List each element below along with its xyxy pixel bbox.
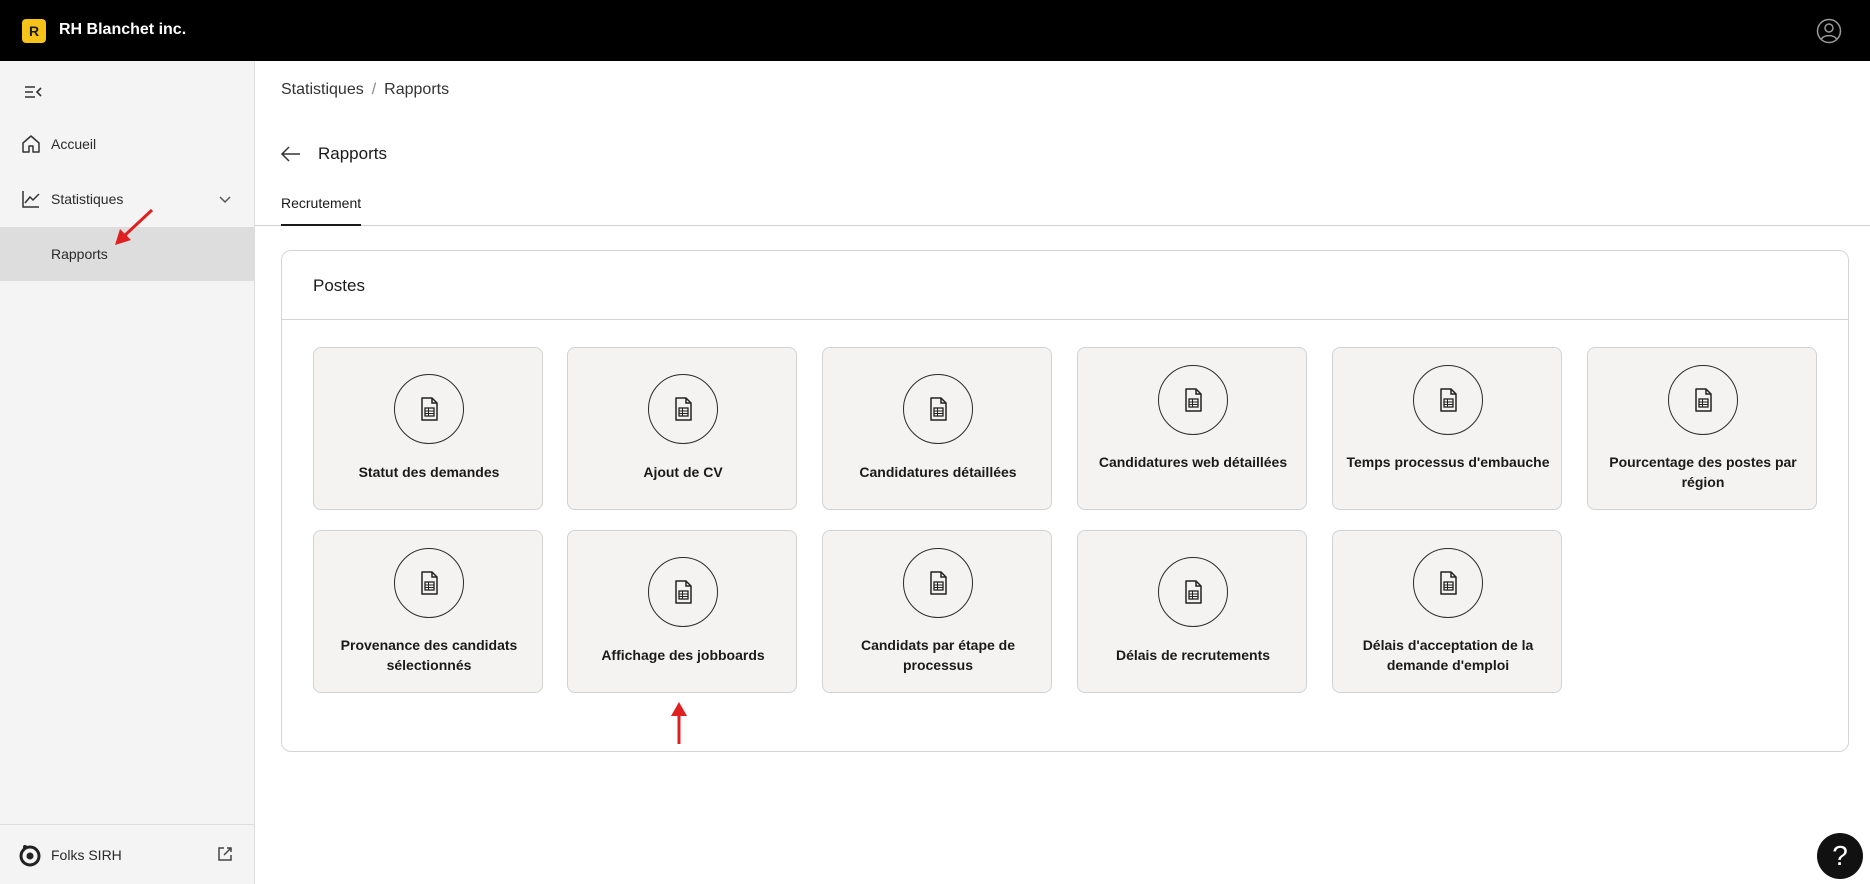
panel-header: Postes [282, 251, 1848, 320]
breadcrumb: Statistiques / Rapports [281, 81, 449, 99]
report-icon-circle [903, 548, 973, 618]
report-icon-circle [1413, 548, 1483, 618]
annotation-arrow-card [671, 702, 687, 744]
report-card-label: Statut des demandes [358, 464, 500, 480]
sidebar-item-label: Statistiques [51, 191, 124, 207]
report-icon-circle [394, 548, 464, 618]
report-card-label: Délais de recrutements [1115, 647, 1271, 663]
sidebar-item-label: Rapports [51, 246, 108, 262]
report-document-icon [421, 397, 438, 421]
tab-bar: Recrutement [255, 192, 1870, 226]
report-document-icon [930, 397, 947, 421]
report-document-icon [930, 571, 947, 595]
page-title: Rapports [318, 144, 387, 163]
report-card[interactable]: Délais de recrutements [1077, 530, 1307, 693]
report-icon-circle [1413, 365, 1483, 435]
report-document-icon [1440, 388, 1457, 412]
report-card[interactable]: Candidatures web détaillées [1077, 347, 1307, 510]
report-icon-circle [903, 374, 973, 444]
external-link-icon[interactable] [216, 845, 234, 863]
sidebar: Accueil Statistiques Rapports Folks SIRH [0, 61, 255, 884]
breadcrumb-rapports: Rapports [384, 81, 450, 98]
user-account-icon[interactable] [1816, 18, 1842, 44]
company-name: RH Blanchet inc. [59, 21, 187, 38]
report-document-icon [421, 571, 438, 595]
sidebar-item-label: Accueil [51, 136, 97, 152]
report-icon-circle [1668, 365, 1738, 435]
report-card-label: Délais d'acceptation de la demande d'emp… [1362, 637, 1534, 673]
back-arrow-icon[interactable] [279, 142, 303, 166]
report-card-label: Candidats par étape de processus [860, 637, 1016, 673]
tab-recrutement[interactable]: Recrutement [281, 192, 362, 226]
report-card-label: Affichage des jobboards [601, 647, 765, 663]
report-card-label: Candidatures détaillées [859, 464, 1017, 480]
report-card[interactable]: Candidatures détaillées [822, 347, 1052, 510]
report-card[interactable]: Provenance des candidats sélectionnés [313, 530, 543, 693]
report-icon-circle [648, 374, 718, 444]
panel-title: Postes [313, 276, 365, 295]
report-icon-circle [1158, 557, 1228, 627]
report-card[interactable]: Ajout de CV [567, 347, 797, 510]
report-card[interactable]: Temps processus d'embauche [1332, 347, 1562, 510]
report-card-label: Pourcentage des postes par région [1609, 454, 1797, 490]
report-document-icon [1695, 388, 1712, 412]
annotation-arrow-sidebar [115, 208, 154, 245]
report-card-label: Candidatures web détaillées [1098, 454, 1288, 470]
help-button[interactable]: ? [1817, 833, 1863, 879]
breadcrumb-separator: / [371, 81, 377, 98]
report-document-icon [1440, 571, 1457, 595]
report-document-icon [675, 397, 692, 421]
collapse-sidebar-icon[interactable] [22, 81, 44, 103]
folks-logo-icon [19, 845, 41, 867]
report-card[interactable]: Pourcentage des postes par région [1587, 347, 1817, 510]
folks-sirh-label: Folks SIRH [51, 847, 122, 863]
brand-logo: R [22, 19, 46, 43]
report-document-icon [675, 580, 692, 604]
chevron-down-icon[interactable] [216, 190, 234, 208]
report-document-icon [1185, 580, 1202, 604]
report-card[interactable]: Délais d'acceptation de la demande d'emp… [1332, 530, 1562, 693]
sidebar-item-accueil[interactable]: Accueil [0, 117, 255, 171]
report-document-icon [1185, 388, 1202, 412]
report-card[interactable]: Statut des demandes [313, 347, 543, 510]
report-card-label: Temps processus d'embauche [1346, 454, 1550, 470]
sidebar-footer: Folks SIRH [0, 824, 255, 884]
report-card[interactable]: Affichage des jobboards [567, 530, 797, 693]
report-icon-circle [394, 374, 464, 444]
report-card-label: Ajout de CV [643, 464, 723, 480]
top-bar: R RH Blanchet inc. [0, 0, 1870, 61]
report-card[interactable]: Candidats par étape de processus [822, 530, 1052, 693]
report-card-label: Provenance des candidats sélectionnés [340, 637, 518, 673]
chart-icon [22, 191, 40, 208]
breadcrumb-statistiques[interactable]: Statistiques [281, 81, 364, 99]
report-icon-circle [1158, 365, 1228, 435]
report-icon-circle [648, 557, 718, 627]
home-icon [22, 135, 40, 153]
